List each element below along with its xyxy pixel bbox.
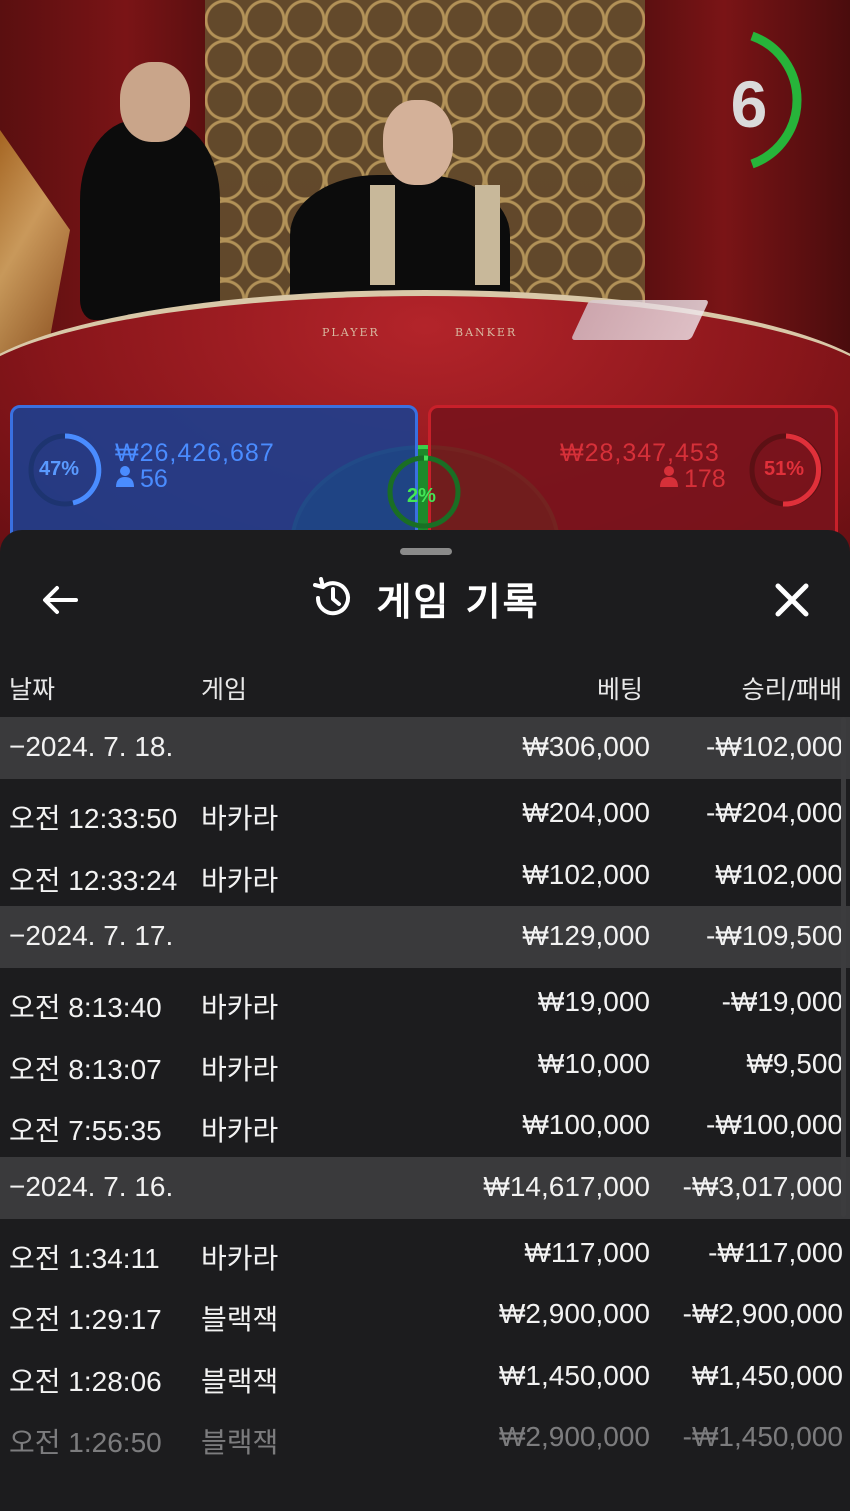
row-game: 블랙잭: [201, 1427, 279, 1458]
group-date: −2024. 7. 16.: [9, 1170, 174, 1202]
row-result: ₩102,000: [715, 858, 843, 890]
banker-user-count: 178: [684, 465, 726, 493]
history-list: −2024. 7. 18. ₩306,000 -₩102,000 오전 12:3…: [0, 717, 850, 1469]
history-row[interactable]: 오전 1:28:06 블랙잭 ₩1,450,000 ₩1,450,000: [0, 1346, 850, 1408]
game-history-sheet: 게임 기록 날짜 게임 베팅 승리/패배 −2024. 7. 18. ₩306,…: [0, 530, 850, 1511]
player-user-count: 56: [140, 465, 168, 493]
close-button[interactable]: [762, 576, 822, 624]
dealer-left: [80, 120, 220, 320]
row-game: 바카라: [201, 803, 279, 834]
countdown-number: 6: [730, 67, 768, 141]
row-game: 블랙잭: [201, 1304, 279, 1335]
group-result-total: -₩3,017,000: [682, 1170, 843, 1202]
row-result: -₩19,000: [721, 986, 843, 1017]
card-shoe: [570, 300, 710, 340]
dealer-vest: [370, 185, 395, 285]
row-time: 오전 7:55:35: [9, 1115, 162, 1146]
history-row[interactable]: 오전 1:29:17 블랙잭 ₩2,900,000 -₩2,900,000: [0, 1284, 850, 1346]
player-percent: 47%: [39, 458, 80, 480]
row-time: 오전 1:29:17: [9, 1304, 162, 1335]
row-game: 바카라: [201, 992, 279, 1023]
row-result: ₩9,500: [746, 1047, 844, 1079]
history-row[interactable]: 오전 12:33:50 바카라 ₩204,000 -₩204,000: [0, 783, 850, 845]
date-group-header[interactable]: −2024. 7. 17. ₩129,000 -₩109,500: [0, 906, 850, 968]
row-time: 오전 1:26:50: [9, 1427, 162, 1458]
history-row[interactable]: 오전 1:26:50 블랙잭 ₩2,900,000 -₩1,450,000: [0, 1407, 850, 1469]
row-game: 바카라: [201, 864, 279, 896]
sheet-header: 게임 기록: [0, 570, 850, 626]
dealer-vest: [475, 185, 500, 285]
column-header-result: 승리/패배: [741, 675, 842, 704]
sheet-title: 게임 기록: [376, 579, 540, 624]
row-bet: ₩102,000: [522, 858, 650, 890]
table-label-banker: BANKER: [455, 326, 518, 339]
row-bet: ₩204,000: [522, 797, 650, 828]
row-game: 블랙잭: [201, 1365, 279, 1397]
group-result-total: -₩102,000: [706, 731, 843, 762]
row-bet: ₩19,000: [537, 986, 650, 1017]
row-game: 바카라: [201, 1053, 279, 1085]
history-row[interactable]: 오전 8:13:07 바카라 ₩10,000 ₩9,500: [0, 1034, 850, 1096]
table-label-player: PLAYER: [322, 326, 380, 339]
player-bet-amount: ₩26,426,687: [115, 439, 275, 467]
history-row[interactable]: 오전 7:55:35 바카라 ₩100,000 -₩100,000: [0, 1095, 850, 1157]
column-header-game: 게임: [201, 675, 248, 704]
row-result: -₩117,000: [708, 1236, 843, 1268]
row-result: -₩1,450,000: [682, 1421, 843, 1452]
row-time: 오전 12:33:50: [9, 803, 178, 834]
history-row[interactable]: 오전 1:34:11 바카라 ₩117,000 -₩117,000: [0, 1223, 850, 1285]
group-result-total: -₩109,500: [706, 920, 843, 951]
row-result: -₩204,000: [706, 797, 843, 828]
dealer-left-head: [120, 62, 190, 142]
history-scrollbar[interactable]: [841, 717, 846, 1217]
row-bet: ₩2,900,000: [499, 1421, 650, 1452]
history-row[interactable]: 오전 8:13:40 바카라 ₩19,000 -₩19,000: [0, 972, 850, 1034]
row-bet: ₩117,000: [524, 1236, 650, 1268]
row-time: 오전 12:33:24: [9, 864, 178, 896]
row-result: -₩2,900,000: [682, 1298, 843, 1329]
row-bet: ₩100,000: [522, 1109, 650, 1140]
banker-percent: 51%: [764, 458, 805, 480]
row-bet: ₩2,900,000: [499, 1298, 650, 1329]
dealer-center-head: [383, 100, 453, 185]
row-bet: ₩10,000: [537, 1047, 650, 1079]
group-bet-total: ₩306,000: [522, 731, 650, 762]
date-group-header[interactable]: −2024. 7. 18. ₩306,000 -₩102,000: [0, 717, 850, 779]
date-group-header[interactable]: −2024. 7. 16. ₩14,617,000 -₩3,017,000: [0, 1156, 850, 1219]
group-bet-total: ₩14,617,000: [483, 1170, 650, 1202]
row-time: 오전 1:28:06: [9, 1365, 162, 1397]
row-result: ₩1,450,000: [692, 1359, 843, 1391]
row-time: 오전 8:13:07: [9, 1053, 162, 1085]
tie-percent: 2%: [407, 485, 436, 507]
row-time: 오전 8:13:40: [9, 992, 162, 1023]
row-time: 오전 1:34:11: [9, 1242, 160, 1274]
row-game: 바카라: [201, 1115, 279, 1146]
player-user-icon: [116, 465, 134, 494]
column-header-bet: 베팅: [596, 675, 643, 704]
close-icon: [775, 583, 809, 617]
row-game: 바카라: [201, 1242, 279, 1274]
history-icon: [313, 577, 351, 616]
group-bet-total: ₩129,000: [522, 920, 650, 951]
group-date: −2024. 7. 17.: [9, 920, 174, 951]
history-row[interactable]: 오전 12:33:24 바카라 ₩102,000 ₩102,000: [0, 845, 850, 907]
banker-bet-amount: ₩28,347,453: [560, 439, 720, 467]
banker-user-icon: [660, 465, 678, 494]
row-result: -₩100,000: [706, 1109, 843, 1140]
group-date: −2024. 7. 18.: [9, 731, 174, 762]
sheet-drag-handle[interactable]: [400, 548, 452, 555]
column-header-date: 날짜: [9, 675, 56, 704]
row-bet: ₩1,450,000: [499, 1359, 650, 1391]
